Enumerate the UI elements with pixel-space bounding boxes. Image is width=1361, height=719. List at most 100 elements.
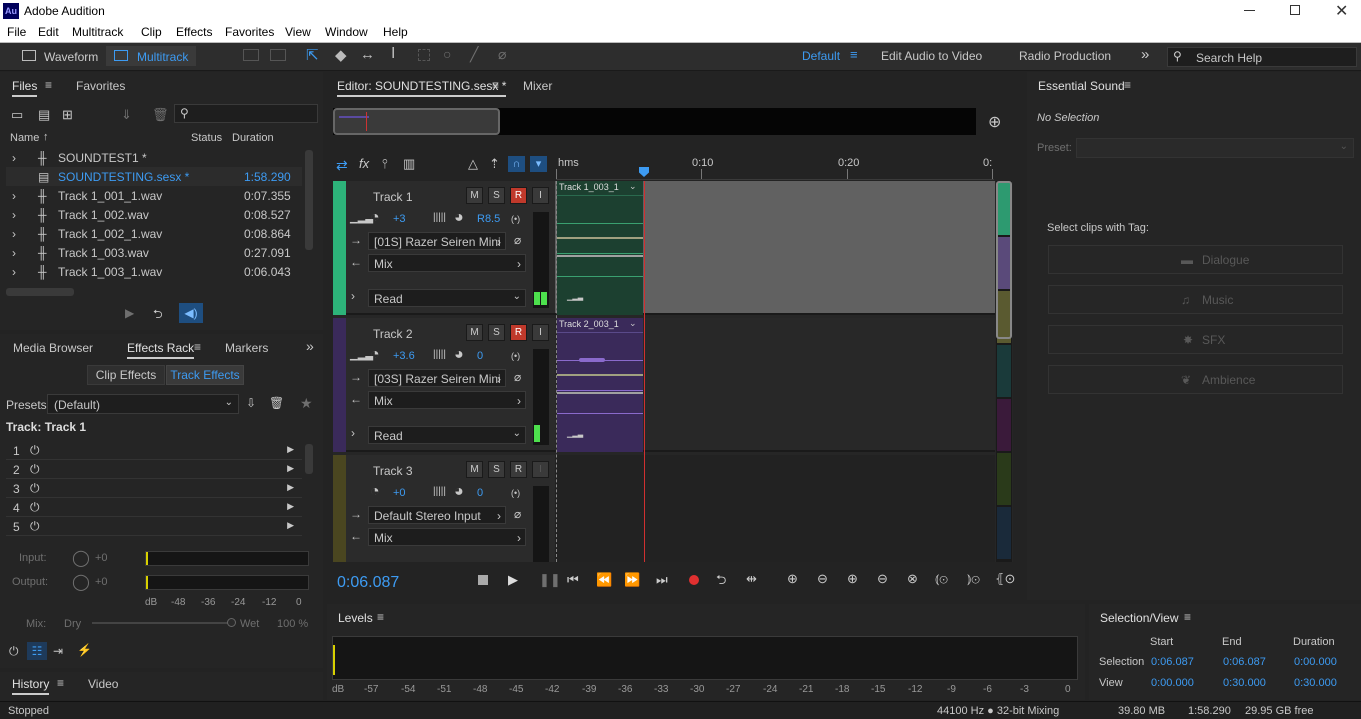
mute-button[interactable]: M (466, 324, 483, 341)
tab-markers[interactable]: Markers (225, 341, 268, 355)
tab-files[interactable]: Files (12, 79, 38, 97)
menu-effects[interactable]: Effects (176, 25, 212, 39)
slot-arrow-icon[interactable]: ▶ (287, 482, 294, 493)
list-item[interactable]: › ╫ Track 1_002.wav 0:08.527 (6, 205, 302, 224)
automation-select[interactable]: Read ⌄ (368, 426, 526, 444)
pan-value[interactable]: 0 (477, 487, 483, 499)
list-item[interactable]: › ╫ Track 1_001_1.wav 0:07.355 (6, 186, 302, 205)
new-file-icon[interactable]: ⊞ (62, 107, 73, 123)
track-swap-icon[interactable]: ⇄ (336, 157, 348, 174)
track-name[interactable]: Track 3 (373, 464, 413, 478)
tab-video[interactable]: Video (88, 677, 118, 691)
go-start-button[interactable]: ⏮ (567, 572, 579, 588)
solo-button[interactable]: S (488, 324, 505, 341)
levels-menu-icon[interactable]: ≡ (377, 610, 384, 624)
minimize-icon[interactable] (1244, 10, 1255, 11)
time-display[interactable]: 0:06.087 (337, 574, 399, 592)
view-end[interactable]: 0:30.000 (1223, 677, 1266, 689)
view-duration[interactable]: 0:30.000 (1294, 677, 1337, 689)
input-monitor-button[interactable]: I (532, 461, 549, 478)
stereo-icon[interactable]: (•) (511, 488, 520, 498)
input-select[interactable]: [03S] Razer Seiren Mini › (368, 369, 506, 387)
essential-preset-select[interactable]: ⌄ (1076, 138, 1354, 158)
mix-slider[interactable] (92, 618, 236, 627)
effects-menu-icon[interactable]: ≡ (194, 340, 201, 354)
spectral-icon[interactable] (243, 49, 259, 61)
track-header[interactable]: Track 3 M S R I ◔ +0 ||||| ◕ 0 (•) → Def… (333, 455, 555, 562)
tag-dialogue-button[interactable]: ▬ Dialogue (1048, 245, 1343, 274)
rewind-button[interactable]: ⏪ (596, 572, 612, 588)
mute-button[interactable]: M (466, 461, 483, 478)
favorite-icon[interactable]: ★ (300, 395, 313, 412)
menu-multitrack[interactable]: Multitrack (72, 25, 123, 39)
col-duration[interactable]: Duration (232, 132, 274, 144)
tab-media-browser[interactable]: Media Browser (13, 341, 93, 355)
metronome-icon[interactable]: △ (468, 156, 478, 172)
effect-slot[interactable]: 5 ⏻ ▶ (6, 517, 302, 536)
zoom-out-time-icon[interactable]: ⊖ (877, 571, 888, 587)
slots-vscroll[interactable] (305, 444, 313, 474)
multitrack-button[interactable]: Multitrack (106, 46, 196, 66)
move-tool-icon[interactable]: ⇱ (306, 46, 319, 64)
zoom-right-edge-icon[interactable]: ⦃⊙ (995, 571, 1015, 587)
eq-icon[interactable]: ▥ (403, 156, 415, 172)
phase-icon[interactable]: ⌀ (514, 233, 521, 247)
input-monitor-button[interactable]: I (532, 187, 549, 204)
effect-slot[interactable]: 2 ⏻ ▶ (6, 460, 302, 479)
record-button[interactable] (689, 575, 699, 585)
zoom-left-edge-icon[interactable]: ⦆⊙ (967, 571, 980, 587)
list-icon[interactable]: ☷ (27, 642, 47, 660)
list-item[interactable]: › ╫ Track 1_003_1.wav 0:06.043 (6, 262, 302, 281)
selection-end[interactable]: 0:06.087 (1223, 656, 1266, 668)
volume-knob-icon[interactable]: ◔ (370, 346, 380, 364)
files-vscroll[interactable] (305, 150, 313, 250)
time-selection-icon[interactable]: I (391, 45, 395, 63)
menu-favorites[interactable]: Favorites (225, 25, 274, 39)
slot-arrow-icon[interactable]: ▶ (287, 501, 294, 512)
lasso-icon[interactable]: ○ (443, 46, 451, 62)
power-icon[interactable]: ⏻ (30, 500, 40, 515)
solo-button[interactable]: S (488, 461, 505, 478)
pitch-icon[interactable] (270, 49, 286, 61)
menu-window[interactable]: Window (325, 25, 368, 39)
chevron-down-icon[interactable]: ⌄ (629, 318, 637, 329)
razor-tool-icon[interactable]: ◆ (335, 46, 347, 64)
expand-icon[interactable]: › (351, 289, 355, 303)
list-item[interactable]: ▤ SOUNDTESTING.sesx * 1:58.290 (6, 167, 302, 186)
restore-icon[interactable] (1290, 5, 1300, 15)
record-arm-button[interactable]: R (510, 461, 527, 478)
menu-edit[interactable]: Edit (38, 25, 59, 39)
overview-bar[interactable] (333, 108, 976, 135)
fast-forward-button[interactable]: ⏩ (624, 572, 640, 588)
expand-icon[interactable]: › (12, 151, 16, 165)
delete-icon[interactable]: 🗑 (152, 107, 169, 123)
files-hscroll[interactable] (6, 288, 74, 296)
pre-post-icon[interactable]: ⇥ (53, 644, 63, 658)
pan-value[interactable]: R8.5 (477, 213, 500, 225)
phase-icon[interactable]: ⌀ (514, 370, 521, 384)
pan-knob-icon[interactable]: ◕ (454, 346, 464, 364)
mixdown-icon[interactable]: ⇡ (489, 156, 500, 172)
zoom-out-amplitude-icon[interactable]: ⊖ (817, 571, 828, 587)
list-item[interactable]: › ╫ Track 1_003.wav 0:27.091 (6, 243, 302, 262)
expand-icon[interactable]: › (12, 246, 16, 260)
zoom-selection-icon[interactable]: ⦅⊙ (935, 571, 948, 587)
loop-icon[interactable]: ⮌ (153, 305, 163, 326)
pause-button[interactable]: ❚❚ (539, 572, 561, 588)
zoom-to-playhead-icon[interactable]: ⊕ (988, 112, 1001, 132)
search-help-box[interactable]: ⚲ Search Help (1167, 47, 1357, 67)
play-button[interactable]: ▶ (508, 572, 518, 588)
pan-value[interactable]: 0 (477, 350, 483, 362)
import-icon[interactable]: ▤ (38, 107, 50, 123)
loop-button[interactable]: ⮌ (716, 571, 726, 593)
input-monitor-button[interactable]: I (532, 324, 549, 341)
volume-knob-icon[interactable]: ◔ (370, 209, 380, 227)
power-icon[interactable]: ⏻ (30, 443, 40, 458)
menu-file[interactable]: File (7, 25, 26, 39)
volume-value[interactable]: +3.6 (393, 350, 415, 362)
zoom-out-full-icon[interactable]: ⊗ (907, 571, 918, 587)
workspace-default[interactable]: Default (802, 49, 840, 63)
view-start[interactable]: 0:00.000 (1151, 677, 1194, 689)
stereo-icon[interactable]: (•) (511, 214, 520, 224)
power-icon[interactable]: ⏻ (30, 519, 40, 534)
